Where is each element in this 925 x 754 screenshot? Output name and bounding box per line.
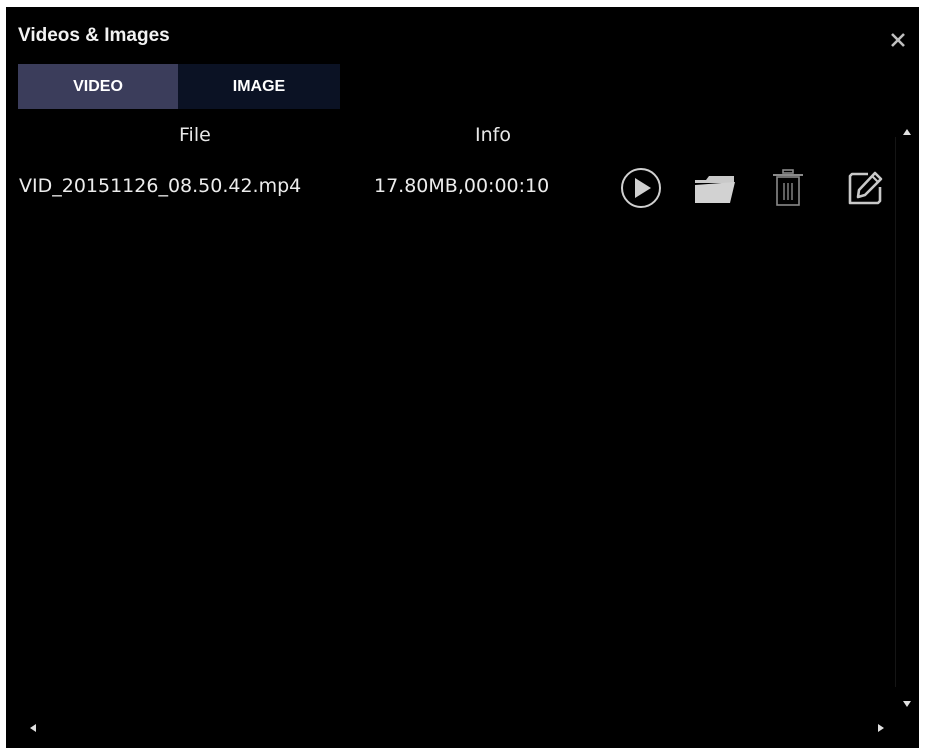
open-folder-button[interactable] xyxy=(692,173,738,209)
close-button[interactable] xyxy=(888,30,908,50)
table-row[interactable]: VID_20151126_08.50.42.mp4 17.80MB,00:00:… xyxy=(6,167,896,209)
file-name: VID_20151126_08.50.42.mp4 xyxy=(19,175,302,197)
tab-image[interactable]: IMAGE xyxy=(178,64,340,109)
arrow-right-icon xyxy=(878,724,884,732)
trash-icon xyxy=(773,169,803,206)
vertical-scrollbar-track[interactable] xyxy=(895,137,896,687)
scroll-down-button[interactable] xyxy=(902,693,912,712)
tab-video[interactable]: VIDEO xyxy=(18,64,178,109)
scroll-right-button[interactable] xyxy=(877,718,885,737)
column-header-info: Info xyxy=(475,124,511,146)
tab-video-label: VIDEO xyxy=(73,77,123,95)
play-button[interactable] xyxy=(619,167,663,213)
tab-bar: VIDEO IMAGE xyxy=(18,64,340,109)
play-icon xyxy=(621,168,661,208)
window-title: Videos & Images xyxy=(18,25,170,46)
column-header-file: File xyxy=(179,124,211,146)
edit-icon xyxy=(848,171,883,205)
scroll-left-button[interactable] xyxy=(29,718,37,737)
close-icon xyxy=(891,33,905,47)
videos-images-window: Videos & Images VIDEO IMAGE File Info VI… xyxy=(6,7,919,748)
edit-button[interactable] xyxy=(846,169,884,211)
arrow-up-icon xyxy=(903,129,911,135)
tab-image-label: IMAGE xyxy=(232,77,286,95)
file-info: 17.80MB,00:00:10 xyxy=(374,175,550,197)
arrow-left-icon xyxy=(30,724,36,732)
delete-button[interactable] xyxy=(770,169,806,211)
arrow-down-icon xyxy=(903,701,911,707)
folder-icon xyxy=(695,176,735,203)
scroll-up-button[interactable] xyxy=(902,121,912,140)
